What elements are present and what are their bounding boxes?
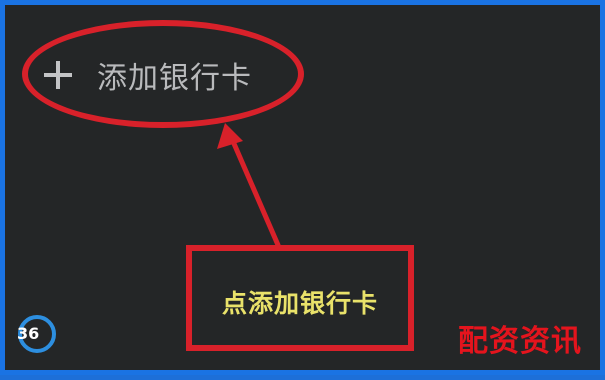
callout-text: 点添加银行卡: [221, 289, 378, 318]
highlight-ellipse: [22, 20, 304, 128]
watermark: 配资资讯: [458, 324, 582, 359]
logo-360-text: 36: [17, 324, 40, 343]
screenshot-frame: 添加银行卡 点添加银行卡 36 配资资讯: [0, 0, 605, 375]
callout-box: 点添加银行卡: [186, 245, 414, 351]
logo-360: 36: [13, 314, 63, 354]
